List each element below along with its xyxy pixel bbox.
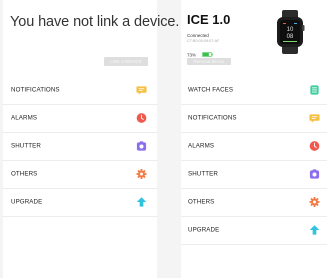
menu-item-upgrade[interactable]: UPGRADE (181, 216, 327, 245)
menu-item-label: UPGRADE (188, 226, 220, 234)
gear-icon (309, 197, 320, 207)
smartwatch-image: 10 08 (277, 10, 305, 54)
clock-icon (136, 113, 147, 123)
menu-item-others[interactable]: OTHERS (181, 188, 327, 217)
menu-item-notifications[interactable]: NOTIFICATIONS (3, 76, 157, 105)
battery-icon (202, 52, 214, 58)
menu-item-label: SHUTTER (188, 170, 218, 178)
battery-status: 73% (187, 46, 214, 57)
menu-item-shutter[interactable]: SHUTTER (3, 132, 157, 161)
svg-text:08: 08 (287, 34, 294, 40)
svg-text:10: 10 (287, 27, 294, 33)
menu-item-alarms[interactable]: ALARMS (3, 104, 157, 133)
menu-item-label: UPGRADE (11, 198, 43, 206)
watch-face-icon (310, 85, 319, 95)
menu-item-others[interactable]: OTHERS (3, 160, 157, 189)
menu-item-notifications[interactable]: NOTIFICATIONS (181, 104, 327, 133)
menu-item-label: NOTIFICATIONS (11, 86, 60, 94)
menu-item-label: NOTIFICATIONS (188, 114, 237, 122)
no-device-panel: You have not link a device. LINK A DEVIC… (3, 0, 179, 278)
menu-item-label: OTHERS (188, 198, 215, 206)
remove-device-button[interactable]: Remove device (187, 58, 231, 65)
page-title: You have not link a device. (10, 14, 180, 30)
upgrade-icon (309, 225, 320, 235)
menu-item-shutter[interactable]: SHUTTER (181, 160, 327, 189)
menu-item-label: ALARMS (188, 142, 215, 150)
menu-item-label: WATCH FACES (188, 86, 234, 94)
gear-icon (136, 169, 147, 179)
link-device-button[interactable]: LINK A DEVICE (104, 57, 148, 66)
menu-item-watch-faces[interactable]: WATCH FACES (181, 76, 327, 105)
camera-icon (136, 141, 147, 151)
device-name: ICE 1.0 (187, 12, 231, 27)
message-icon (309, 114, 320, 123)
connection-status: Connected (187, 33, 209, 38)
battery-percent: 73% (187, 52, 197, 58)
device-panel: ICE 1.0 Connected C7:B0:00:09:07:AF 73% … (181, 0, 327, 278)
upgrade-icon (136, 197, 147, 207)
device-mac-address: C7:B0:00:09:07:AF (187, 39, 220, 43)
menu-item-alarms[interactable]: ALARMS (181, 132, 327, 161)
menu-item-upgrade[interactable]: UPGRADE (3, 188, 157, 217)
menu-item-label: SHUTTER (11, 142, 41, 150)
camera-icon (309, 169, 320, 179)
clock-icon (309, 141, 320, 151)
message-icon (136, 86, 147, 95)
menu-item-label: OTHERS (11, 170, 38, 178)
menu-item-label: ALARMS (11, 114, 38, 122)
